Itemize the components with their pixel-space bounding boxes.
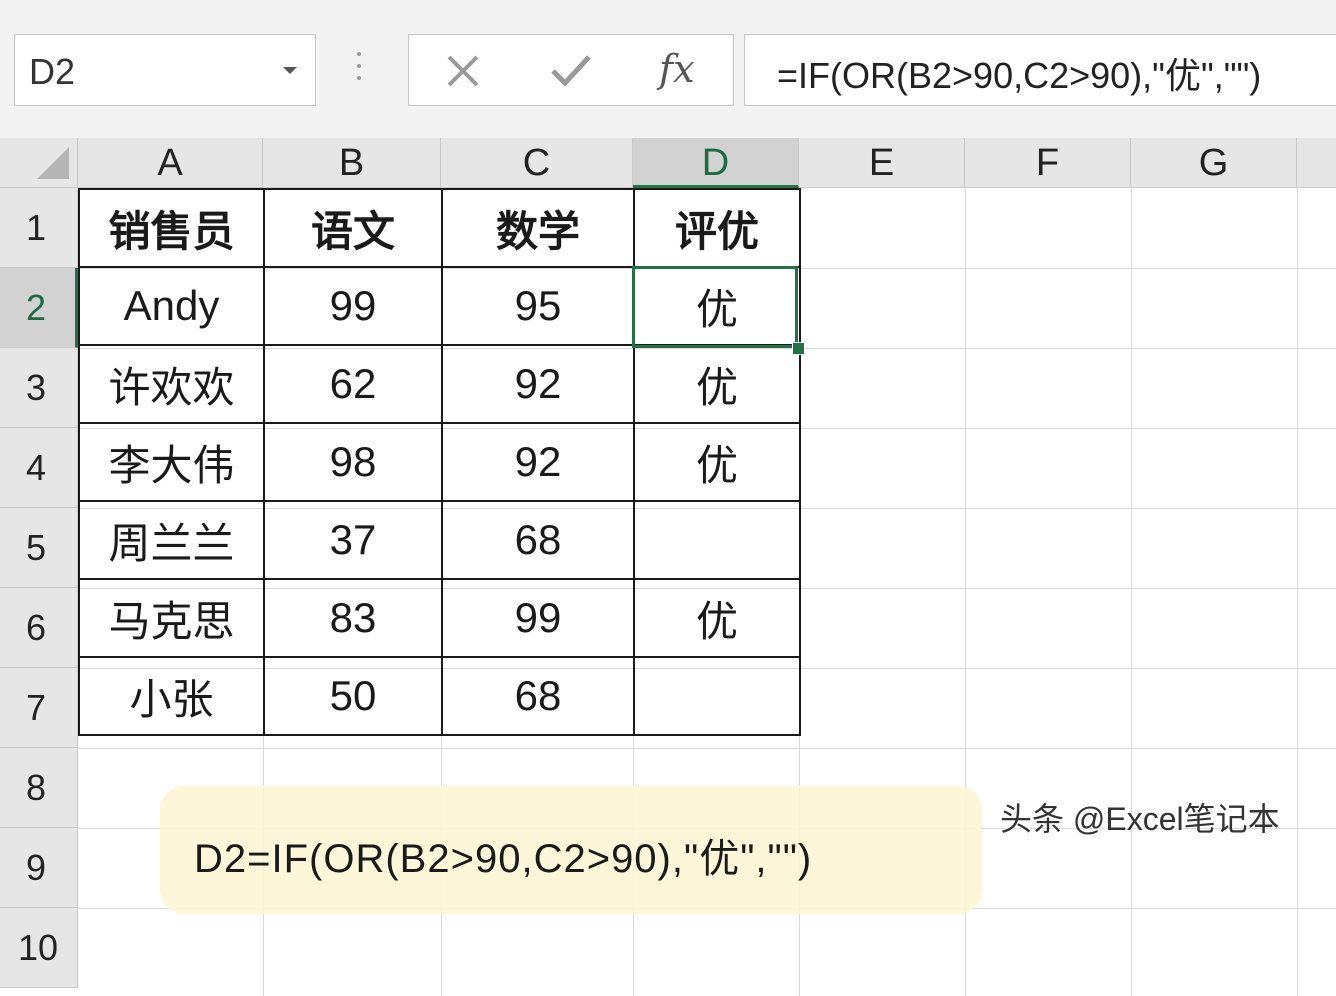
table-row: 许欢欢 62 92 优 [78,344,801,424]
row-header-4[interactable]: 4 [0,428,78,508]
watermark: 头条 @Excel笔记本 [1000,801,1280,837]
table-row: 小张 50 68 [78,656,801,736]
column-header-h[interactable] [1297,138,1336,188]
cell-d3[interactable]: 优 [633,344,801,424]
more-options-icon[interactable] [356,52,362,88]
cell-a7[interactable]: 小张 [78,656,265,736]
row-header-6[interactable]: 6 [0,588,78,668]
column-header-b[interactable]: B [263,138,441,188]
cell-b7[interactable]: 50 [263,656,443,736]
column-header-e[interactable]: E [799,138,965,188]
cell-c3[interactable]: 92 [441,344,635,424]
row-header-5[interactable]: 5 [0,508,78,588]
cell-c2[interactable]: 95 [441,266,635,346]
cell-d1[interactable]: 评优 [633,188,801,268]
name-box-value: D2 [29,51,76,92]
row-header-7[interactable]: 7 [0,668,78,748]
row-header-3[interactable]: 3 [0,348,78,428]
column-header-a[interactable]: A [78,138,263,188]
cell-d2[interactable]: 优 [633,266,801,346]
cell-a3[interactable]: 许欢欢 [78,344,265,424]
cell-d5[interactable] [633,500,801,580]
row-header-10[interactable]: 10 [0,908,78,988]
cell-a5[interactable]: 周兰兰 [78,500,265,580]
cell-b5[interactable]: 37 [263,500,443,580]
table-row: 马克思 83 99 优 [78,578,801,658]
cell-b6[interactable]: 83 [263,578,443,658]
formula-buttons: fx [408,34,734,106]
data-table: 销售员 语文 数学 评优 Andy 99 95 优 许欢欢 62 92 优 李大… [78,188,801,736]
cell-b4[interactable]: 98 [263,422,443,502]
cell-c7[interactable]: 68 [441,656,635,736]
cell-c1[interactable]: 数学 [441,188,635,268]
formula-input[interactable]: =IF(OR(B2>90,C2>90),"优","") [744,34,1336,106]
formula-text: =IF(OR(B2>90,C2>90),"优","") [777,55,1262,96]
table-row: Andy 99 95 优 [78,266,801,346]
cell-d6[interactable]: 优 [633,578,801,658]
cell-d4[interactable]: 优 [633,422,801,502]
formula-note-callout: D2=IF(OR(B2>90,C2>90),"优","") [160,786,982,914]
chevron-down-icon[interactable] [283,67,297,74]
table-header-row: 销售员 语文 数学 评优 [78,188,801,268]
fill-handle[interactable] [792,342,805,355]
cell-c5[interactable]: 68 [441,500,635,580]
cell-b3[interactable]: 62 [263,344,443,424]
column-header-f[interactable]: F [965,138,1131,188]
cell-a2[interactable]: Andy [78,266,265,346]
row-header-9[interactable]: 9 [0,828,78,908]
fx-icon: fx [659,47,695,91]
cancel-icon[interactable] [441,49,485,93]
gridline [1297,188,1298,996]
cell-a1[interactable]: 销售员 [78,188,265,268]
cell-a4[interactable]: 李大伟 [78,422,265,502]
insert-function-button[interactable]: fx [655,47,699,93]
row-header-1[interactable]: 1 [0,188,78,268]
column-header-d[interactable]: D [633,138,799,188]
row-header-8[interactable]: 8 [0,748,78,828]
cell-a6[interactable]: 马克思 [78,578,265,658]
cell-b1[interactable]: 语文 [263,188,443,268]
cell-d7[interactable] [633,656,801,736]
check-icon[interactable] [549,49,593,93]
cell-b2[interactable]: 99 [263,266,443,346]
table-row: 周兰兰 37 68 [78,500,801,580]
table-row: 李大伟 98 92 优 [78,422,801,502]
column-header-c[interactable]: C [441,138,633,188]
cell-c6[interactable]: 99 [441,578,635,658]
name-box[interactable]: D2 [14,34,316,106]
gridline [1131,188,1132,996]
formula-note-text: D2=IF(OR(B2>90,C2>90),"优","") [194,837,813,881]
select-all-button[interactable] [0,138,78,188]
column-header-g[interactable]: G [1131,138,1297,188]
row-header-2[interactable]: 2 [0,268,78,348]
spreadsheet-grid[interactable]: A B C D E F G 1 2 3 4 5 6 7 8 9 10 销售员 语… [0,138,1336,996]
cell-c4[interactable]: 92 [441,422,635,502]
gridline [78,748,1336,749]
